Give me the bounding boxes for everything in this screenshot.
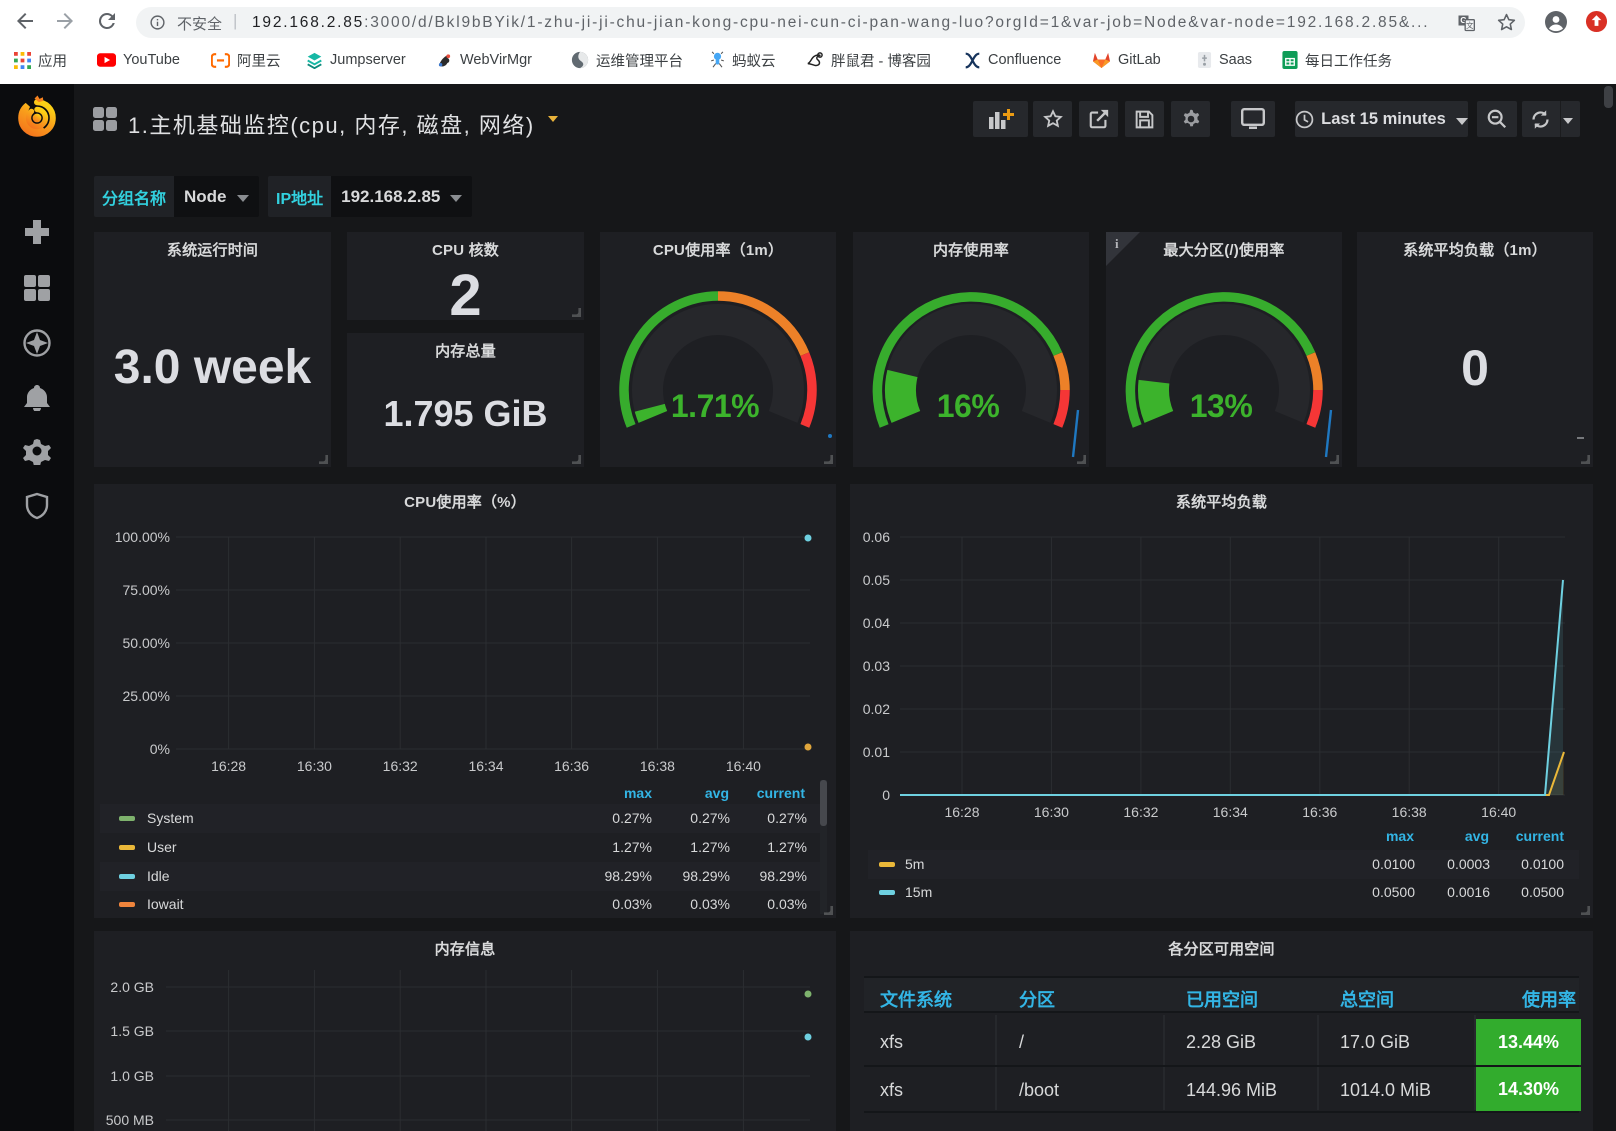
svg-text:50.00%: 50.00% [123, 635, 170, 651]
svg-text:0.01: 0.01 [863, 744, 890, 760]
svg-text:16:32: 16:32 [383, 758, 418, 774]
svg-text:100.00%: 100.00% [115, 529, 170, 545]
svg-text:16:34: 16:34 [1213, 804, 1248, 820]
svg-text:16:30: 16:30 [1034, 804, 1069, 820]
svg-text:16:36: 16:36 [554, 758, 589, 774]
svg-text:文: 文 [1466, 20, 1474, 30]
svg-text:16:36: 16:36 [1302, 804, 1337, 820]
svg-text:1.0 GB: 1.0 GB [110, 1068, 154, 1084]
svg-text:16:30: 16:30 [297, 758, 332, 774]
svg-text:25.00%: 25.00% [123, 688, 170, 704]
svg-text:16:28: 16:28 [211, 758, 246, 774]
svg-text:16%: 16% [937, 388, 1000, 424]
svg-text:500 MB: 500 MB [106, 1112, 154, 1128]
svg-text:0.05: 0.05 [863, 572, 890, 588]
svg-text:1.5 GB: 1.5 GB [110, 1023, 154, 1039]
svg-text:0%: 0% [150, 741, 170, 757]
svg-text:0.06: 0.06 [863, 529, 890, 545]
svg-text:16:38: 16:38 [1392, 804, 1427, 820]
svg-text:16:34: 16:34 [468, 758, 503, 774]
svg-text:2.0 GB: 2.0 GB [110, 979, 154, 995]
svg-text:0.03: 0.03 [863, 658, 890, 674]
svg-text:16:38: 16:38 [640, 758, 675, 774]
svg-text:0: 0 [882, 787, 890, 803]
svg-text:16:40: 16:40 [1481, 804, 1516, 820]
svg-text:0.04: 0.04 [863, 615, 890, 631]
svg-text:16:32: 16:32 [1123, 804, 1158, 820]
svg-text:75.00%: 75.00% [123, 582, 170, 598]
svg-text:13%: 13% [1190, 388, 1253, 424]
svg-text:0.02: 0.02 [863, 701, 890, 717]
svg-text:16:28: 16:28 [944, 804, 979, 820]
svg-text:1.71%: 1.71% [671, 388, 759, 424]
svg-text:16:40: 16:40 [726, 758, 761, 774]
